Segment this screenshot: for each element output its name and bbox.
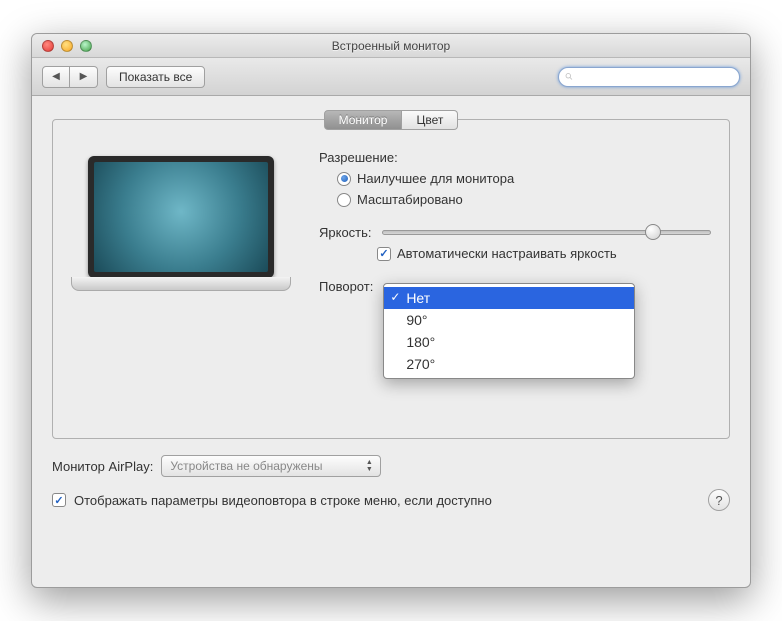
airplay-popup[interactable]: Устройства не обнаружены ▲▼ — [161, 455, 381, 477]
radio-scaled-label: Масштабировано — [357, 192, 463, 207]
settings-panel: Разрешение: Наилучшее для монитора Масшт… — [52, 119, 730, 439]
chevron-updown-icon: ▲▼ — [361, 458, 377, 474]
window-title: Встроенный монитор — [32, 39, 750, 53]
auto-brightness-label: Автоматически настраивать яркость — [397, 246, 617, 261]
search-field[interactable] — [558, 67, 740, 87]
auto-brightness-checkbox[interactable] — [377, 247, 391, 261]
radio-best[interactable]: Наилучшее для монитора — [337, 171, 711, 186]
rotation-option-none[interactable]: Нет — [384, 287, 634, 309]
bottom-section: Монитор AirPlay: Устройства не обнаружен… — [52, 455, 730, 511]
radio-best-label: Наилучшее для монитора — [357, 171, 514, 186]
tab-color[interactable]: Цвет — [402, 110, 458, 130]
radio-icon — [337, 172, 351, 186]
laptop-screen-icon — [88, 156, 274, 278]
rotation-option-180[interactable]: 180° — [384, 331, 634, 353]
footer-row: Отображать параметры видеоповтора в стро… — [52, 489, 730, 511]
rotation-option-270[interactable]: 270° — [384, 353, 634, 375]
resolution-group: Разрешение: Наилучшее для монитора Масшт… — [319, 150, 711, 207]
close-icon[interactable] — [42, 40, 54, 52]
preferences-window: Встроенный монитор ◀ ▶ Показать все Мони… — [31, 33, 751, 588]
search-input[interactable] — [578, 70, 733, 84]
help-button[interactable]: ? — [708, 489, 730, 511]
rotation-label: Поворот: — [319, 279, 373, 294]
show-mirror-label: Отображать параметры видеоповтора в стро… — [74, 493, 492, 508]
rotation-group: Поворот: Нет 90° 180° 270° — [319, 279, 711, 294]
toolbar: ◀ ▶ Показать все — [32, 58, 750, 96]
display-preview — [71, 156, 291, 316]
titlebar: Встроенный монитор — [32, 34, 750, 58]
settings-column: Разрешение: Наилучшее для монитора Масшт… — [319, 150, 711, 420]
rotation-dropdown[interactable]: Нет 90° 180° 270° — [383, 283, 635, 379]
slider-knob[interactable] — [645, 224, 661, 240]
show-mirror-checkbox[interactable] — [52, 493, 66, 507]
tab-monitor[interactable]: Монитор — [324, 110, 403, 130]
radio-scaled[interactable]: Масштабировано — [337, 192, 711, 207]
traffic-lights — [42, 40, 92, 52]
show-all-button[interactable]: Показать все — [106, 66, 205, 88]
content: Монитор Цвет Разрешение: Наилучшее для м… — [32, 96, 750, 587]
airplay-row: Монитор AirPlay: Устройства не обнаружен… — [52, 455, 730, 477]
back-button[interactable]: ◀ — [42, 66, 70, 88]
radio-icon — [337, 193, 351, 207]
forward-button[interactable]: ▶ — [70, 66, 98, 88]
airplay-value: Устройства не обнаружены — [170, 459, 322, 473]
tab-bar: Монитор Цвет — [52, 110, 730, 130]
airplay-label: Монитор AirPlay: — [52, 459, 153, 474]
search-icon — [565, 71, 573, 82]
nav-group: ◀ ▶ — [42, 66, 98, 88]
brightness-group: Яркость: Автоматически настраивать яркос… — [319, 225, 711, 261]
minimize-icon[interactable] — [61, 40, 73, 52]
brightness-slider[interactable] — [382, 230, 711, 235]
brightness-label: Яркость: — [319, 225, 372, 240]
resolution-label: Разрешение: — [319, 150, 711, 165]
rotation-option-90[interactable]: 90° — [384, 309, 634, 331]
zoom-icon[interactable] — [80, 40, 92, 52]
